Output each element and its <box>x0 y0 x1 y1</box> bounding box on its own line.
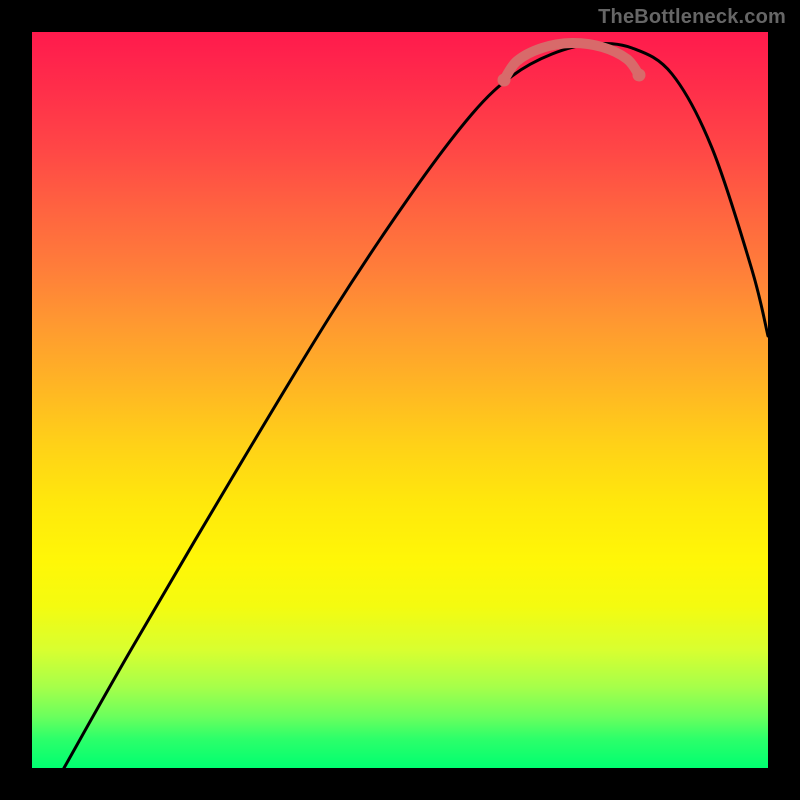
plot-area <box>32 32 768 768</box>
marker-dot-right <box>633 69 646 82</box>
marker-dot-left <box>498 74 511 87</box>
bottleneck-curve <box>64 43 768 768</box>
watermark-text: TheBottleneck.com <box>598 6 786 29</box>
chart-stage: TheBottleneck.com <box>0 0 800 800</box>
curve-layer <box>32 32 768 768</box>
